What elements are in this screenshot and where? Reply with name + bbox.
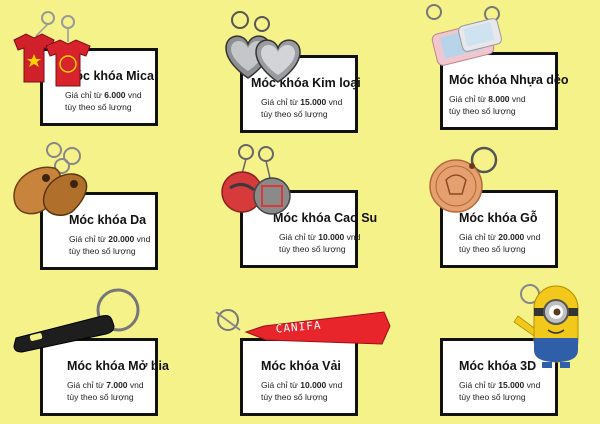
fabric-strap-keychain-icon: CANIFA bbox=[215, 309, 391, 345]
product-title: Móc khóa Vải bbox=[261, 359, 341, 373]
bottle-opener-keychain-icon bbox=[13, 288, 140, 353]
product-price: Giá chỉ từ 20.000 vnd tùy theo số lượng bbox=[69, 234, 151, 256]
metal-heart-keychain-icon bbox=[225, 11, 301, 83]
product-title: Móc khóa Mở bia bbox=[67, 359, 169, 373]
product-price: Giá chỉ từ 7.000 vnd tùy theo số lượng bbox=[67, 380, 144, 402]
rubber-keychain-icon bbox=[221, 144, 291, 215]
product-price: Giá chỉ từ 15.000 vnd tùy theo số lượng bbox=[261, 97, 343, 119]
product-price: Giá chỉ từ 20.000 vnd tùy theo số lượng bbox=[459, 232, 541, 254]
product-price: Giá chỉ từ 6.000 vnd tùy theo số lượng bbox=[65, 90, 142, 112]
minion-keychain-icon bbox=[513, 284, 579, 368]
leather-keychain-icon bbox=[13, 142, 88, 216]
wood-keychain-icon bbox=[429, 146, 498, 213]
page: { "products": [ {"name": "Móc khóa Mica"… bbox=[0, 0, 600, 424]
product-price: Giá chỉ từ 10.000 vnd tùy theo số lượng bbox=[279, 232, 361, 254]
product-price: Giá chỉ từ 15.000 vnd tùy theo số lượng bbox=[459, 380, 541, 402]
phone-keychain-icon bbox=[426, 4, 502, 66]
product-price: Giá chỉ từ 8.000 vnd tùy theo số lượng bbox=[449, 94, 526, 116]
product-price: Giá chỉ từ 10.000 vnd tùy theo số lượng bbox=[261, 380, 343, 402]
tshirt-keychain-icon bbox=[13, 11, 91, 87]
